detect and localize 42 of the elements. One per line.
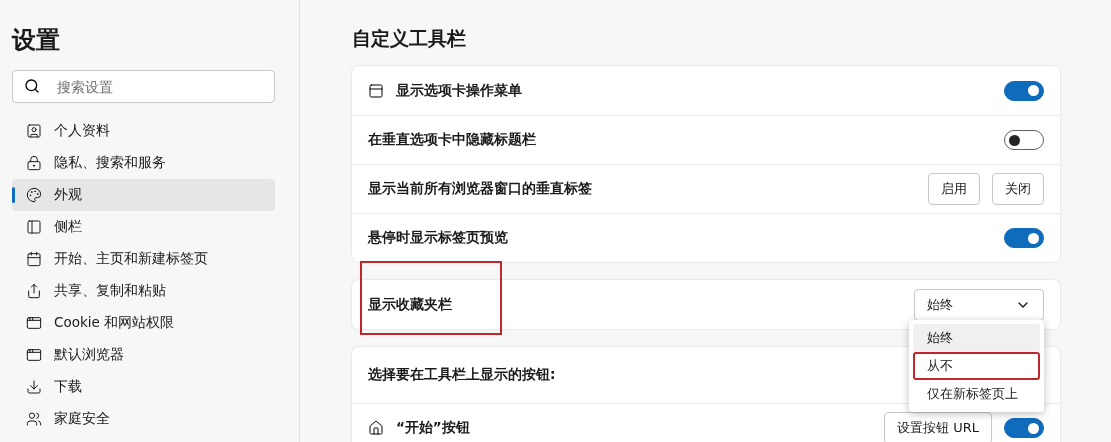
- search-field[interactable]: 搜索设置: [12, 70, 275, 103]
- toggle-switch[interactable]: [1004, 80, 1044, 101]
- sidebar-icon: [26, 219, 42, 235]
- toggle-switch[interactable]: [1004, 130, 1044, 150]
- dropdown[interactable]: 始终: [914, 288, 1044, 321]
- section-heading: 选择要在工具栏上显示的按钮:: [367, 365, 557, 384]
- menu-option[interactable]: 从不: [913, 352, 1040, 380]
- toggle-switch[interactable]: [1004, 418, 1044, 438]
- setting-label: 显示当前所有浏览器窗口的垂直标签: [368, 180, 593, 198]
- sidebar-item[interactable]: 外观: [12, 179, 275, 211]
- option-button[interactable]: 设置按钮 URL: [884, 412, 992, 442]
- sidebar-item[interactable]: Cookie 和网站权限: [12, 307, 275, 339]
- sidebar-item[interactable]: 隐私、搜索和服务: [12, 147, 275, 179]
- sidebar-icon: [26, 315, 42, 331]
- sidebar-item[interactable]: 共享、复制和粘贴: [12, 275, 275, 307]
- sidebar-icon: [26, 411, 42, 427]
- toggle-switch[interactable]: [1004, 228, 1044, 248]
- section-title: 自定义工具栏: [352, 26, 467, 51]
- sidebar-icon: [26, 283, 42, 299]
- sidebar-icon: [26, 251, 42, 267]
- sidebar-icon: [26, 155, 42, 171]
- menu-option[interactable]: 始终: [913, 324, 1040, 352]
- sidebar-icon: [26, 379, 42, 395]
- setting-label: 悬停时显示标签页预览: [368, 229, 509, 247]
- search-icon: [24, 78, 40, 94]
- option-button[interactable]: 关闭: [992, 173, 1044, 205]
- setting-label: “开始”按钮: [396, 419, 471, 437]
- sidebar-icon: [26, 123, 42, 139]
- sidebar-item[interactable]: 家庭安全: [12, 403, 275, 435]
- sidebar-item[interactable]: 下载: [12, 371, 275, 403]
- sidebar-item[interactable]: 开始、主页和新建标签页: [12, 243, 275, 275]
- setting-label: 显示选项卡操作菜单: [396, 81, 523, 100]
- page-title: 设置: [12, 25, 61, 56]
- sidebar-item[interactable]: 默认浏览器: [12, 339, 275, 371]
- home-icon: [368, 420, 384, 436]
- option-button[interactable]: 启用: [928, 173, 980, 205]
- setting-label: 在垂直选项卡中隐藏标题栏: [368, 131, 537, 149]
- sidebar-item[interactable]: 侧栏: [12, 211, 275, 243]
- sidebar-item[interactable]: 个人资料: [12, 115, 275, 147]
- sidebar-icon: [26, 187, 42, 203]
- setting-label: 显示收藏夹栏: [368, 295, 902, 314]
- sidebar-icon: [26, 347, 42, 363]
